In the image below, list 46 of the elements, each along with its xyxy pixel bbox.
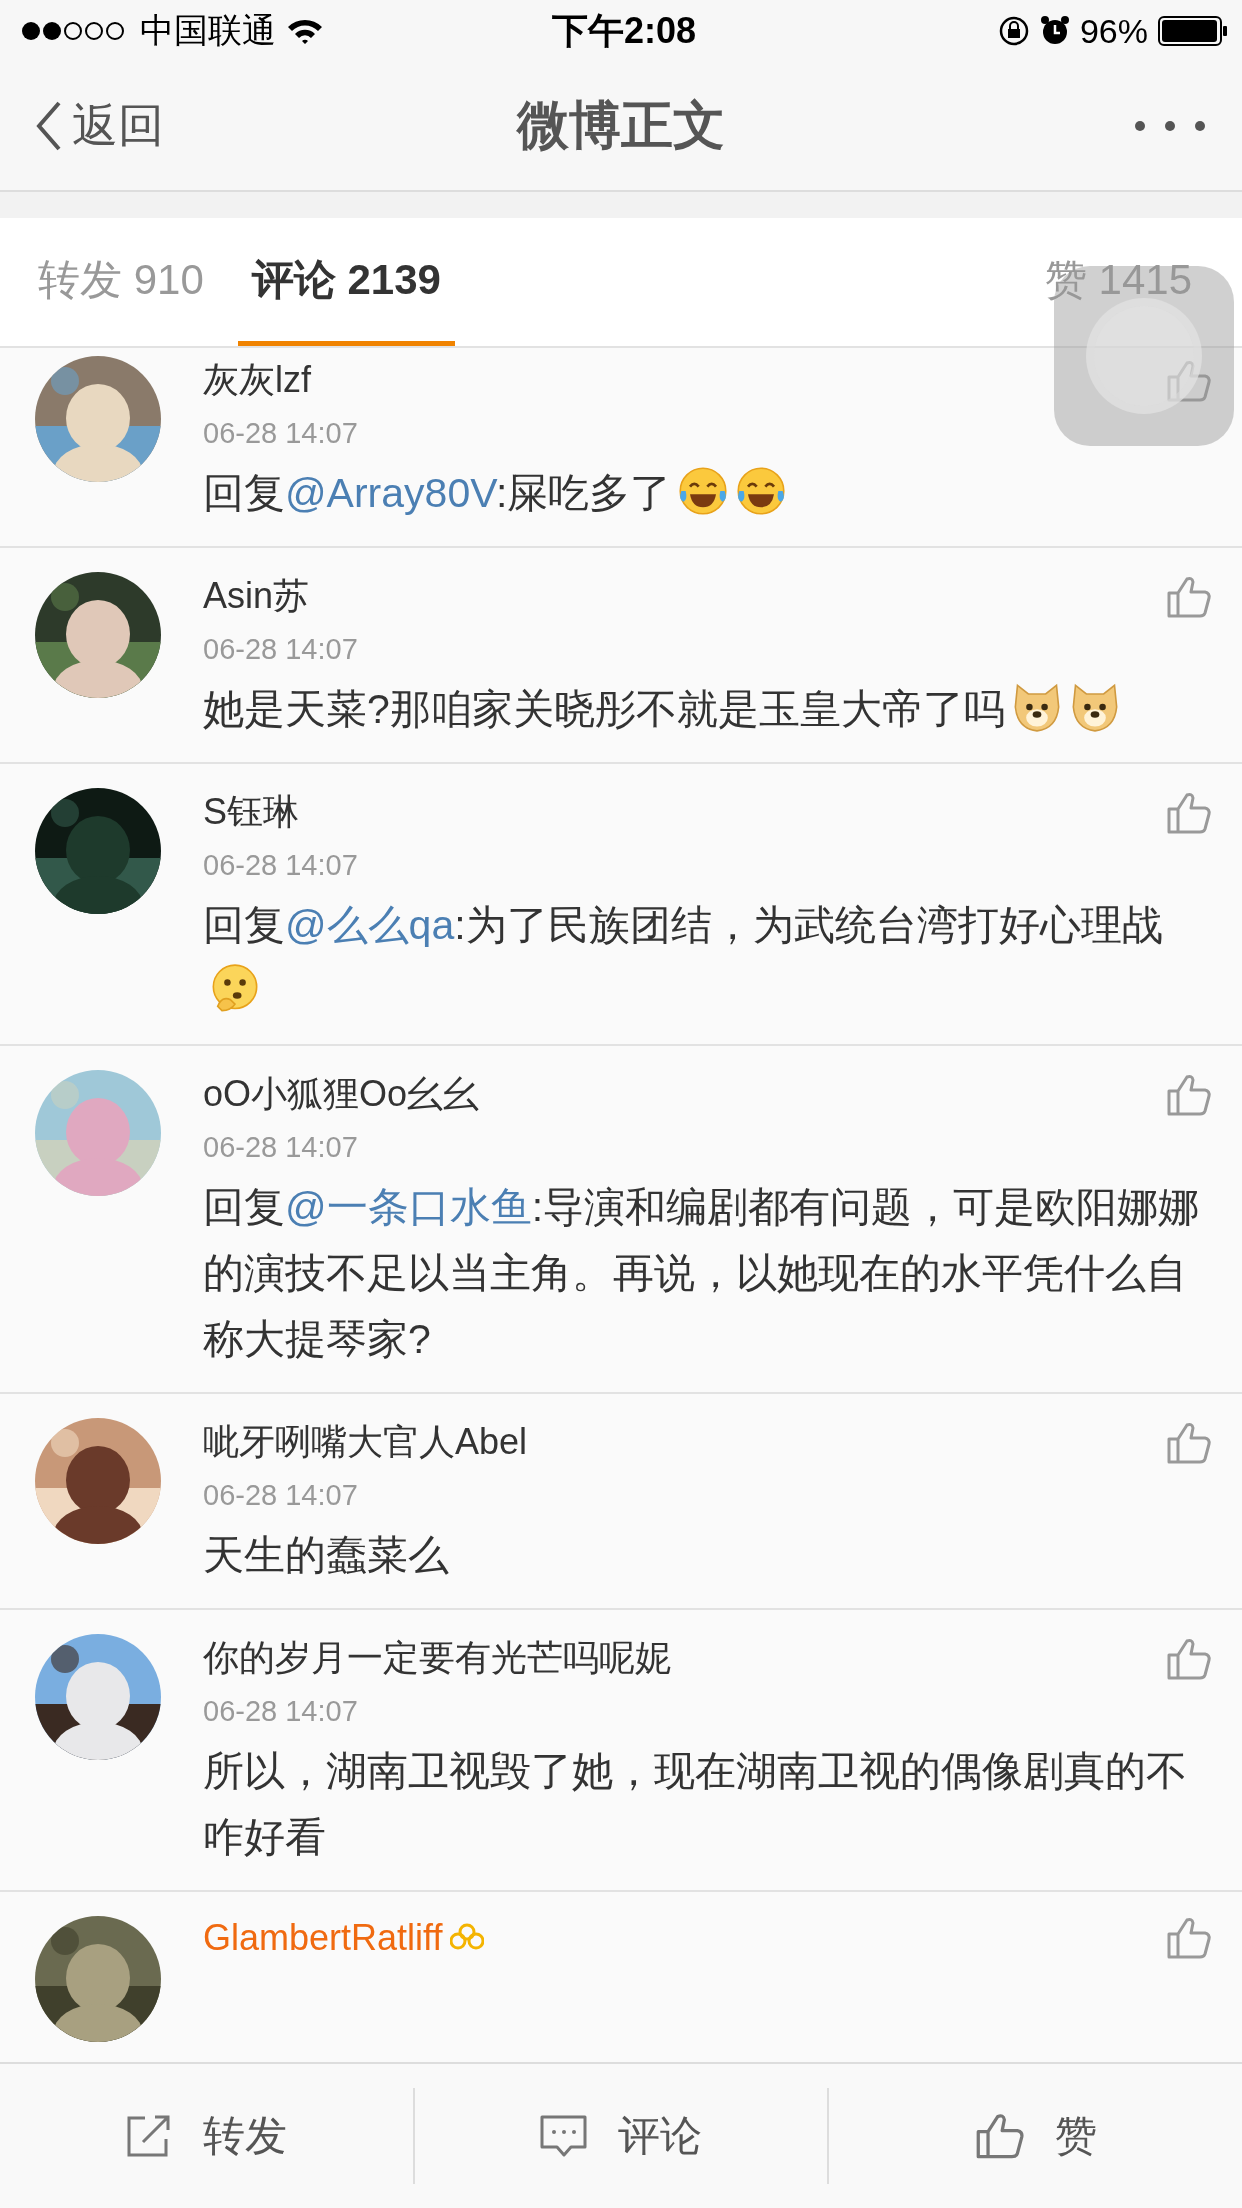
comment-text: 她是天菜?那咱家关晓彤不就是玉皇大帝了吗	[203, 686, 1005, 732]
comment-text: 天生的蠢菜么	[203, 1532, 449, 1578]
thumbs-up-icon[interactable]	[1166, 1916, 1212, 1960]
alarm-icon	[1039, 15, 1070, 47]
carrier-name: 中国联通	[140, 10, 276, 51]
comment-time: 06-28 14:07	[203, 1695, 359, 1728]
comment-time: 06-28 14:07	[203, 417, 359, 450]
wifi-icon	[286, 17, 324, 45]
comment-text: 回复@Array80V:屎吃多了	[203, 470, 672, 516]
more-icon[interactable]	[1134, 120, 1206, 132]
comment-time: 06-28 14:07	[203, 1131, 359, 1164]
comment-time: 06-28 14:07	[203, 849, 359, 882]
thumbs-up-icon[interactable]	[1166, 1072, 1212, 1117]
comment-time: 06-28 14:07	[203, 1479, 359, 1512]
status-time: 下午2:08	[551, 8, 697, 53]
thumbs-up-icon[interactable]	[1166, 574, 1212, 619]
user-name[interactable]: 你的岁月一定要有光芒吗呢妮	[203, 1634, 671, 1683]
user-name[interactable]: 呲牙咧嘴大官人Abel	[203, 1418, 528, 1467]
comment-time: 06-28 14:07	[203, 633, 359, 666]
battery-icon	[1158, 16, 1228, 46]
page-title: 微博正文	[517, 95, 725, 156]
toolbar-button[interactable]: 赞	[827, 2088, 1242, 2184]
mention-link[interactable]: @么么qa	[285, 902, 455, 948]
toolbar-button[interactable]: 转发	[0, 2088, 413, 2184]
thumbs-up-icon[interactable]	[1166, 790, 1212, 835]
thumbs-up-icon[interactable]	[1166, 358, 1212, 403]
comment-text: 回复@么么qa:为了民族团结，为武统台湾打好心理战	[203, 902, 1163, 948]
user-name[interactable]: S钰琳	[203, 788, 299, 837]
thumbs-up-icon	[974, 2112, 1025, 2160]
back-button[interactable]: 返回	[36, 95, 164, 157]
comment-text: 回复@一条口水鱼:导演和编剧都有问题，可是欧阳娜娜的演技不足以当主角。再说，以她现在的水平凭什么自称大提琴家?	[203, 1184, 1200, 1362]
comment-icon	[540, 2114, 588, 2158]
laughing-emoji-icon	[735, 465, 788, 517]
comment-text: 所以，湖南卫视毁了她，现在湖南卫视的偶像剧真的不咋好看	[203, 1748, 1187, 1860]
user-name[interactable]: 灰灰lzf	[203, 356, 311, 405]
toolbar-button[interactable]: 评论	[412, 2088, 828, 2184]
battery-percent: 96%	[1079, 11, 1148, 51]
user-name[interactable]: oO小狐狸Oo幺幺	[203, 1070, 480, 1119]
laughing-emoji-icon	[677, 465, 730, 517]
rotation-lock-icon	[997, 15, 1030, 47]
mention-link[interactable]: @一条口水鱼	[285, 1184, 532, 1230]
mention-link[interactable]: @Array80V	[285, 470, 496, 516]
thumbs-up-icon[interactable]	[1166, 1636, 1212, 1681]
user-name[interactable]: Asin苏	[203, 572, 310, 621]
thumbs-up-icon[interactable]	[1166, 1420, 1212, 1465]
chevron-left-icon	[36, 101, 62, 151]
